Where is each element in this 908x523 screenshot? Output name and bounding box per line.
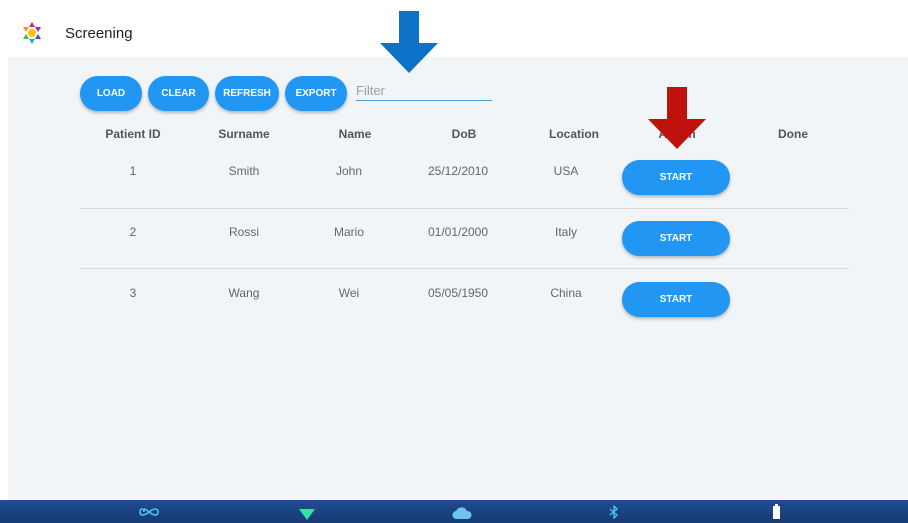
cell-dob: 05/05/1950: [427, 286, 489, 300]
battery-icon: [773, 504, 780, 519]
load-button[interactable]: LOAD: [80, 76, 142, 111]
blue-down-arrow-icon: [380, 11, 438, 73]
app-bar: Screening: [0, 0, 908, 57]
start-button[interactable]: START: [622, 282, 730, 317]
status-bar: [0, 500, 908, 523]
cell-surname: Rossi: [228, 225, 260, 239]
export-button[interactable]: EXPORT: [285, 76, 347, 111]
app-logo-icon: [23, 22, 41, 44]
bluetooth-icon: [609, 505, 618, 519]
row-divider: [80, 208, 849, 209]
cell-patient-id: 1: [129, 164, 137, 178]
content-area: [8, 57, 908, 500]
cell-patient-id: 3: [129, 286, 137, 300]
column-header-name: Name: [338, 127, 372, 141]
filter-input[interactable]: [356, 80, 492, 101]
column-header-location: Location: [549, 127, 599, 141]
cell-surname: Smith: [228, 164, 260, 178]
column-header-patient-id: Patient ID: [105, 127, 161, 141]
red-down-arrow-icon: [648, 87, 706, 149]
cell-patient-id: 2: [129, 225, 137, 239]
cell-name: Wei: [338, 286, 360, 300]
cell-dob: 01/01/2000: [427, 225, 489, 239]
column-header-dob: DoB: [451, 127, 477, 141]
cell-surname: Wang: [228, 286, 260, 300]
wifi-icon: [299, 509, 315, 520]
column-header-surname: Surname: [218, 127, 270, 141]
cell-location: Italy: [554, 225, 578, 239]
cell-dob: 25/12/2010: [427, 164, 489, 178]
row-divider: [80, 268, 849, 269]
cell-location: China: [550, 286, 582, 300]
cell-name: John: [335, 164, 363, 178]
app-title: Screening: [65, 25, 133, 42]
infinity-icon: [139, 508, 159, 516]
refresh-button[interactable]: REFRESH: [215, 76, 279, 111]
clear-button[interactable]: CLEAR: [148, 76, 209, 111]
cell-name: Mario: [333, 225, 365, 239]
start-button[interactable]: START: [622, 160, 730, 195]
column-header-done: Done: [778, 127, 808, 141]
cell-location: USA: [553, 164, 579, 178]
start-button[interactable]: START: [622, 221, 730, 256]
cloud-icon: [452, 507, 472, 519]
